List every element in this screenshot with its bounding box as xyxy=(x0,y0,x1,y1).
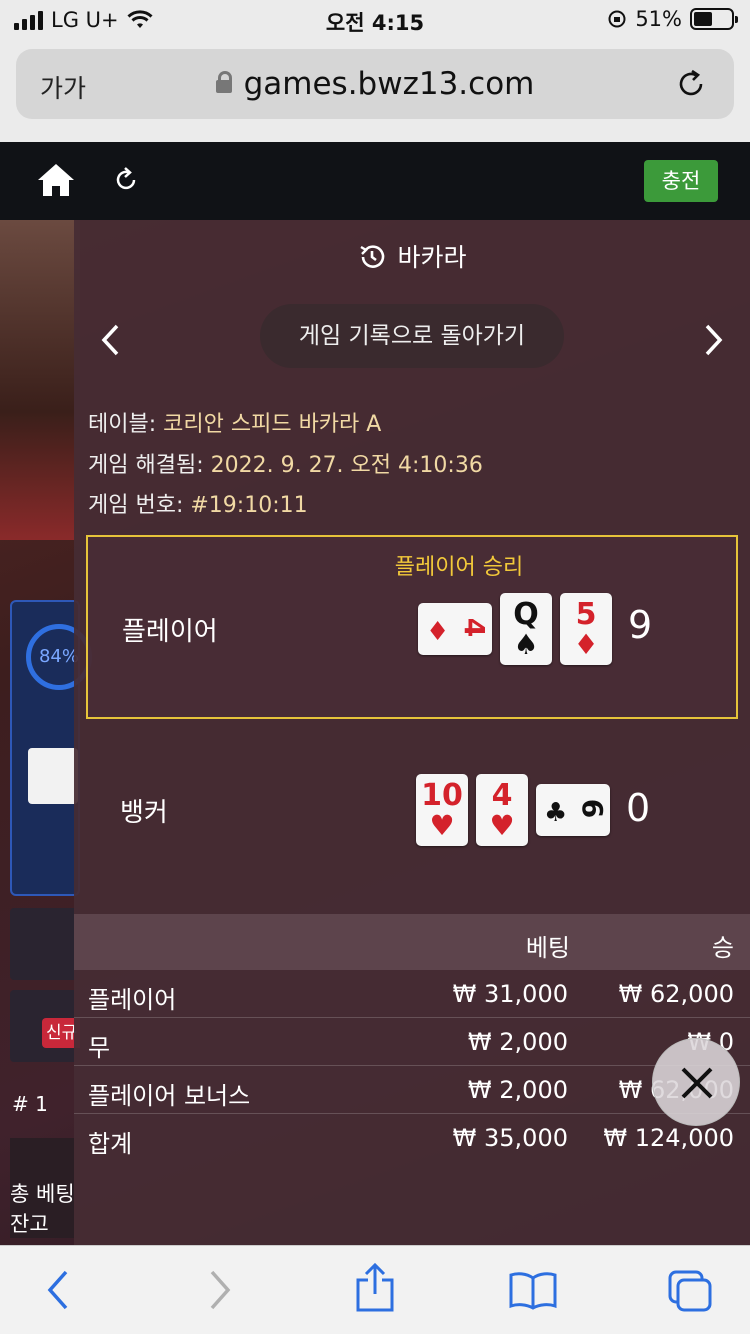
background-summary: 총 베팅 잔고 xyxy=(10,1138,80,1238)
background-decoration xyxy=(0,220,80,540)
panel-title: 바카라 xyxy=(397,243,467,272)
player-result: 플레이어 승리 플레이어 4 ♦ Q ♠ 5 ♦ 9 xyxy=(86,535,738,719)
forward-icon[interactable] xyxy=(206,1268,234,1312)
banker-card: 6 ♣ xyxy=(536,784,610,836)
card-suit: ♥ xyxy=(489,809,515,842)
battery-icon xyxy=(690,8,738,30)
player-cards: 4 ♦ Q ♠ 5 ♦ xyxy=(418,593,612,665)
lock-icon xyxy=(215,71,232,93)
card-suit: ♠ xyxy=(513,628,539,661)
refresh-icon[interactable] xyxy=(112,166,140,194)
card-suit: ♦ xyxy=(426,617,450,647)
card-suit: ♦ xyxy=(573,628,599,661)
banker-card: 10 ♥ xyxy=(416,774,468,846)
address-bar[interactable]: 가가 games.bwz13.com xyxy=(16,49,734,119)
back-to-history-button[interactable]: 게임 기록으로 돌아가기 xyxy=(260,304,564,368)
card-rank: 6 xyxy=(575,798,609,819)
bets-table: 베팅 승 플레이어 ₩ 31,000 ₩ 62,000 무 ₩ 2,000 ₩ … xyxy=(74,914,750,1162)
share-icon[interactable] xyxy=(354,1262,396,1314)
card-suit: ♥ xyxy=(429,809,455,842)
player-card: 5 ♦ xyxy=(560,593,612,665)
reload-icon[interactable] xyxy=(674,67,708,101)
close-button[interactable] xyxy=(652,1038,740,1126)
player-win-label: 플레이어 승리 xyxy=(394,555,524,580)
table-row: 플레이어 ₩ 31,000 ₩ 62,000 xyxy=(74,970,750,1018)
banker-card: 4 ♥ xyxy=(476,774,528,846)
player-card: 4 ♦ xyxy=(418,603,492,655)
card-suit: ♣ xyxy=(544,798,568,828)
status-bar: LG U+ 오전 4:15 51% xyxy=(0,0,750,40)
info-table: 테이블: 코리안 스피드 바카라 A xyxy=(88,412,382,437)
chevron-right-icon[interactable] xyxy=(702,322,726,358)
browser-toolbar: 가가 games.bwz13.com xyxy=(0,40,750,142)
card-rank: 10 xyxy=(421,778,463,813)
player-card: Q ♠ xyxy=(500,593,552,665)
app-header: 충전 xyxy=(0,142,750,220)
url-text[interactable]: games.bwz13.com xyxy=(244,66,535,102)
close-icon xyxy=(681,1067,713,1099)
banker-label: 뱅커 xyxy=(120,798,168,828)
charge-button[interactable]: 충전 xyxy=(644,160,718,202)
table-row: 무 ₩ 2,000 ₩ 0 xyxy=(74,1018,750,1066)
table-row: 플레이어 보너스 ₩ 2,000 ₩ 62,000 xyxy=(74,1066,750,1114)
chevron-left-icon[interactable] xyxy=(98,322,122,358)
home-icon[interactable] xyxy=(36,162,76,198)
player-label: 플레이어 xyxy=(122,617,218,647)
history-icon xyxy=(360,245,385,268)
game-history-panel: 바카라 게임 기록으로 돌아가기 테이블: 코리안 스피드 바카라 A 게임 해… xyxy=(74,220,750,1245)
card-rank: 4 xyxy=(491,778,513,813)
card-rank: 5 xyxy=(575,597,597,632)
card-rank: Q xyxy=(513,597,539,632)
back-icon[interactable] xyxy=(44,1268,72,1312)
panel-header: 바카라 xyxy=(74,238,750,274)
win-column-header: 승 xyxy=(711,934,734,962)
banker-cards: 10 ♥ 4 ♥ 6 ♣ xyxy=(416,774,610,846)
tabs-icon[interactable] xyxy=(666,1268,714,1312)
orientation-lock-icon xyxy=(608,10,626,28)
bookmarks-icon[interactable] xyxy=(508,1270,558,1310)
table-row-total: 합계 ₩ 35,000 ₩ 124,000 xyxy=(88,1124,734,1158)
safari-bottom-bar xyxy=(0,1245,750,1334)
card-rank: 4 xyxy=(457,617,491,638)
background-row xyxy=(10,908,80,980)
background-player-panel: 84% xyxy=(10,600,92,896)
background-row-label: # 1 xyxy=(12,1092,48,1116)
banker-result: 뱅커 10 ♥ 4 ♥ 6 ♣ 0 xyxy=(86,720,738,904)
battery-percent: 51% xyxy=(635,7,682,31)
banker-score: 0 xyxy=(626,786,651,830)
background-card xyxy=(28,748,78,804)
bet-column-header: 베팅 xyxy=(525,934,570,962)
player-score: 9 xyxy=(628,603,653,647)
info-game-number: 게임 번호: #19:10:11 xyxy=(88,493,308,518)
info-settled-time: 게임 해결됨: 2022. 9. 27. 오전 4:10:36 xyxy=(88,453,483,478)
bets-header: 베팅 승 xyxy=(74,914,750,970)
